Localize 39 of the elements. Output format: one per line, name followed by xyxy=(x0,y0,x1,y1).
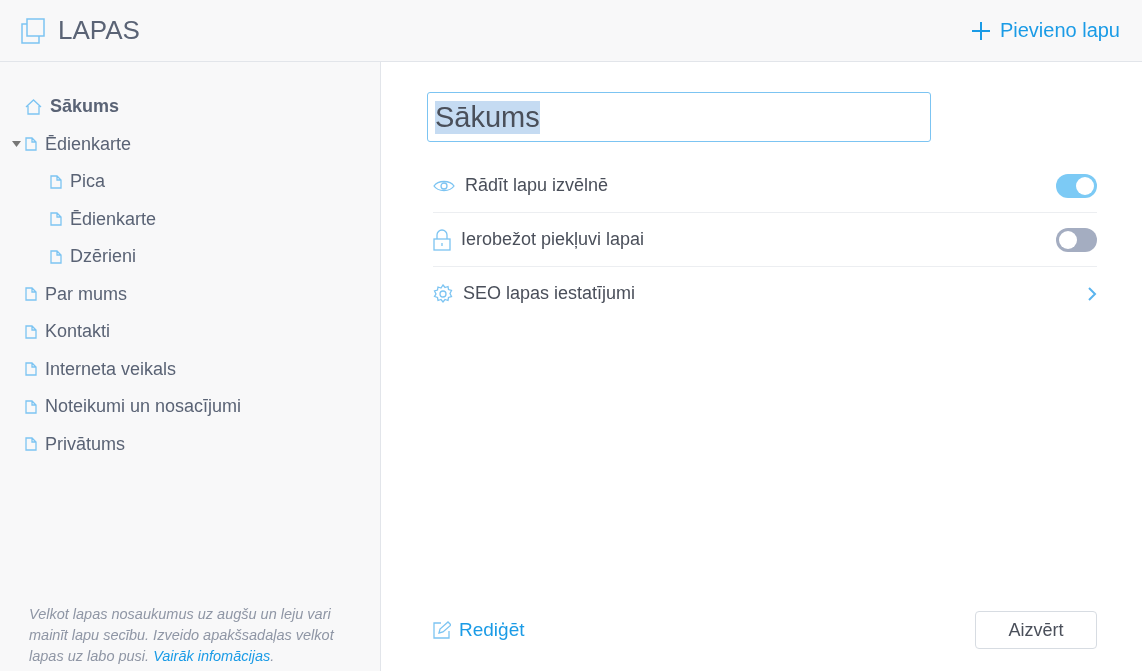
page-icon xyxy=(25,287,37,302)
home-icon xyxy=(25,98,42,115)
plus-icon xyxy=(971,21,990,40)
setting-label: Ierobežot piekļuvi lapai xyxy=(461,229,646,250)
add-page-button[interactable]: Pievieno lapu xyxy=(971,19,1120,42)
page-item[interactable]: Pica xyxy=(70,171,105,193)
page-icon xyxy=(25,137,37,152)
page-icon xyxy=(50,249,62,264)
page-item[interactable]: Noteikumi un nosacījumi xyxy=(45,396,242,418)
page-icon xyxy=(25,362,37,377)
pages-icon xyxy=(20,17,46,44)
chevron-right-icon[interactable] xyxy=(1087,285,1097,302)
page-icon xyxy=(25,399,37,414)
help-text: Velkot lapas nosaukumus uz augšu un leju vari mainīt lapu secību. Izveido apakšsadaļas velkot lapas uz labo pusi. Vairāk infomācijas. xyxy=(29,605,336,666)
setting-label: SEO lapas iestatījumi xyxy=(463,283,637,304)
lock-icon xyxy=(433,228,451,251)
caret-icon[interactable] xyxy=(12,141,21,148)
page-item[interactable]: Dzērieni xyxy=(70,246,137,268)
toggle-switch[interactable] xyxy=(1056,173,1097,198)
eye-icon xyxy=(433,178,455,193)
page-item[interactable]: Sākums xyxy=(50,96,120,118)
toggle-switch[interactable] xyxy=(1056,227,1097,252)
setting-label: Rādīt lapu izvēlnē xyxy=(465,175,610,196)
page-item[interactable]: Par mums xyxy=(45,283,127,305)
close-button[interactable]: Aizvērt xyxy=(975,611,1097,649)
page-icon xyxy=(25,437,37,452)
page-item[interactable]: Privātums xyxy=(45,433,125,455)
edit-link[interactable]: Rediģēt xyxy=(433,619,525,641)
page-item[interactable]: Ēdienkarte xyxy=(70,208,157,230)
page-name-field[interactable]: Sākums xyxy=(427,92,931,142)
page-icon xyxy=(25,324,37,339)
page-item[interactable]: Kontakti xyxy=(45,321,111,343)
page-icon xyxy=(50,212,62,227)
page-icon xyxy=(50,174,62,189)
page-item[interactable]: Interneta veikals xyxy=(45,358,177,380)
page-title: LAPAS xyxy=(58,15,140,46)
settings-icon xyxy=(433,283,453,304)
page-item[interactable]: Ēdienkarte xyxy=(45,133,132,155)
edit-icon xyxy=(433,621,451,639)
